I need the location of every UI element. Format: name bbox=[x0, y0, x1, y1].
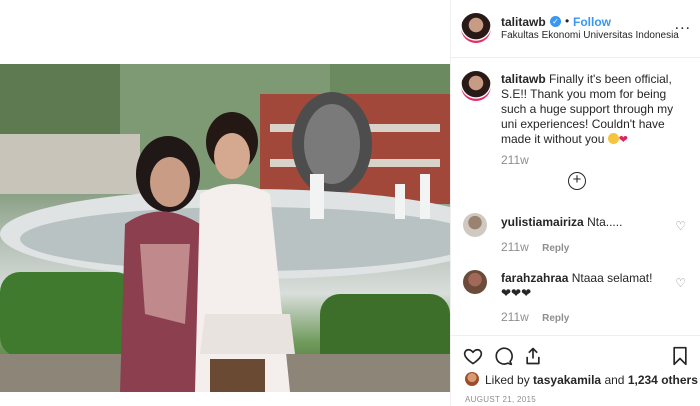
comment-hearts: ❤❤❤ bbox=[501, 286, 532, 300]
comment-meta: 211w Reply bbox=[501, 310, 569, 324]
comment-avatar[interactable] bbox=[463, 270, 487, 294]
reply-button[interactable]: Reply bbox=[542, 243, 569, 254]
comment: farahzahraa Ntaaa selamat! ❤❤❤ bbox=[501, 271, 671, 301]
comment-like-heart-icon[interactable]: ♡ bbox=[675, 276, 686, 290]
caption: talitawb Finally it's been official, S.E… bbox=[501, 72, 691, 148]
comment-meta: 211w Reply bbox=[501, 240, 569, 254]
action-bar bbox=[451, 335, 700, 375]
verified-badge-icon: ✓ bbox=[550, 16, 561, 27]
comment-timestamp[interactable]: 211w bbox=[501, 240, 529, 254]
likes-summary: Liked by tasyakamila and 1,234 others bbox=[485, 373, 698, 387]
post-date[interactable]: AUGUST 21, 2015 bbox=[465, 395, 536, 404]
author-avatar[interactable] bbox=[461, 13, 491, 43]
likes-prefix: Liked by bbox=[485, 373, 530, 387]
caption-avatar[interactable] bbox=[461, 71, 491, 101]
follow-button[interactable]: Follow bbox=[573, 15, 611, 29]
grin-emoji-icon bbox=[607, 133, 619, 144]
comment-body: Ntaaa selamat! bbox=[571, 271, 653, 285]
likes-count-link[interactable]: 1,234 others bbox=[628, 373, 698, 387]
comment-body: Nta..... bbox=[587, 215, 623, 229]
liker-avatar[interactable] bbox=[465, 372, 479, 386]
liker-username[interactable]: tasyakamila bbox=[533, 373, 601, 387]
bookmark-icon[interactable] bbox=[671, 346, 689, 366]
post-sidebar: talitawb ✓ • Follow Fakultas Ekonomi Uni… bbox=[450, 0, 700, 406]
share-icon[interactable] bbox=[523, 346, 543, 366]
comment-timestamp[interactable]: 211w bbox=[501, 310, 529, 324]
likes-connector: and bbox=[604, 373, 625, 387]
comment: yulistiamairiza Nta..... bbox=[501, 215, 671, 230]
heart-emoji-icon: ❤ bbox=[618, 134, 628, 146]
caption-timestamp[interactable]: 211w bbox=[501, 153, 529, 167]
comment-username[interactable]: yulistiamairiza bbox=[501, 215, 584, 229]
photo-illustration bbox=[0, 64, 450, 392]
comment-username[interactable]: farahzahraa bbox=[501, 271, 568, 285]
more-options-icon[interactable]: ... bbox=[675, 17, 691, 33]
comment-like-heart-icon[interactable]: ♡ bbox=[675, 219, 686, 233]
caption-username[interactable]: talitawb bbox=[501, 72, 546, 86]
post-header: talitawb ✓ • Follow Fakultas Ekonomi Uni… bbox=[451, 0, 700, 58]
author-username[interactable]: talitawb bbox=[501, 15, 546, 29]
reply-button[interactable]: Reply bbox=[542, 313, 569, 324]
comment-avatar[interactable] bbox=[463, 213, 487, 237]
heart-icon[interactable] bbox=[463, 346, 483, 366]
comment-icon[interactable] bbox=[493, 346, 513, 366]
post-photo[interactable] bbox=[0, 64, 450, 392]
separator-dot: • bbox=[565, 14, 570, 28]
plus-circle-icon[interactable]: + bbox=[568, 172, 586, 190]
location-link[interactable]: Fakultas Ekonomi Universitas Indonesia bbox=[501, 30, 679, 41]
